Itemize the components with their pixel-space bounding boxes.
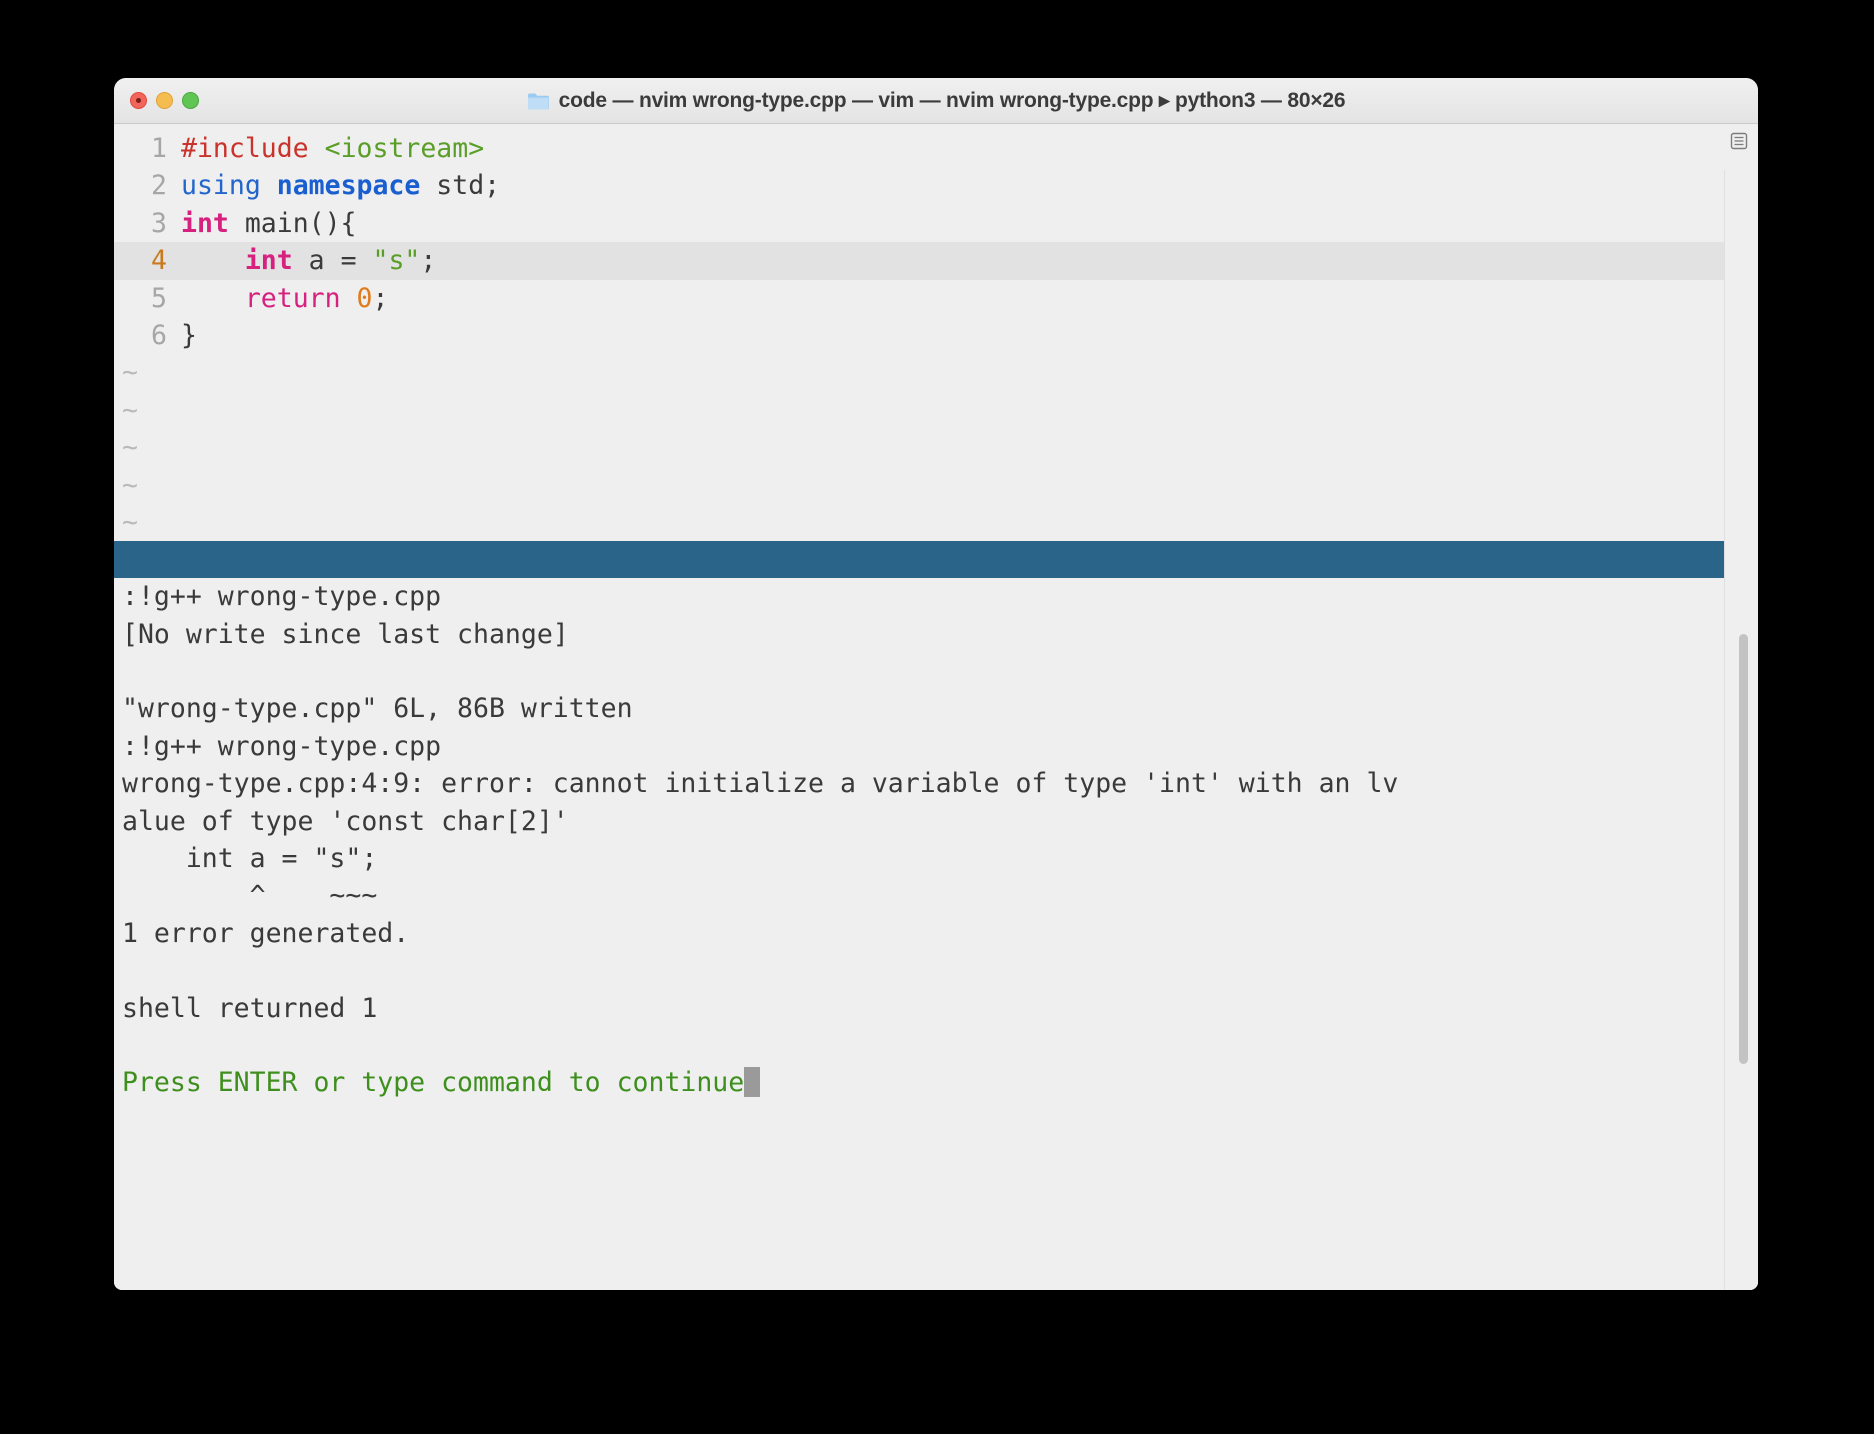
code-token: "s" bbox=[372, 245, 421, 277]
empty-line-marker: ~ bbox=[122, 469, 138, 501]
empty-line-marker: ~ bbox=[122, 506, 138, 538]
scroll-menu-icon[interactable] bbox=[1728, 130, 1750, 152]
terminal-window: code — nvim wrong-type.cpp — vim — nvim … bbox=[114, 78, 1758, 1290]
shell-output-line bbox=[122, 952, 1758, 989]
code-text: #include <iostream> bbox=[181, 130, 1758, 167]
code-text: return 0; bbox=[181, 280, 1758, 317]
code-line[interactable]: 6} bbox=[114, 317, 1758, 354]
vim-editor-pane[interactable]: 1 #include <iostream> 2 using namespace std… bbox=[114, 124, 1758, 541]
code-text: int main(){ bbox=[181, 205, 1758, 242]
code-line[interactable]: 1 #include <iostream> bbox=[114, 130, 1758, 167]
code-token: std; bbox=[420, 170, 501, 202]
code-token: main(){ bbox=[228, 207, 357, 239]
shell-output-pane[interactable]: :!g++ wrong-type.cpp [No write since last… bbox=[114, 578, 1758, 1101]
code-text: using namespace std; bbox=[181, 167, 1758, 204]
code-token: int bbox=[244, 245, 293, 277]
code-text: } bbox=[181, 317, 1758, 354]
minimize-button[interactable] bbox=[156, 92, 173, 109]
text-cursor bbox=[744, 1067, 761, 1098]
code-token: namespace bbox=[276, 170, 421, 202]
shell-output-line: shell returned 1 bbox=[122, 992, 378, 1024]
terminal-body[interactable]: 1 #include <iostream> 2 using namespace std… bbox=[114, 124, 1758, 1290]
code-token: #include bbox=[181, 133, 309, 164]
window-title: code — nvim wrong-type.cpp — vim — nvim … bbox=[558, 89, 1346, 112]
vim-status-bar bbox=[114, 541, 1758, 579]
empty-line-marker: ~ bbox=[122, 432, 138, 464]
shell-output-line bbox=[122, 1027, 1758, 1064]
window-titlebar[interactable]: code — nvim wrong-type.cpp — vim — nvim … bbox=[114, 78, 1758, 124]
code-line[interactable]: 4 int a = "s"; bbox=[114, 242, 1758, 280]
shell-output-line: int a = "s"; bbox=[122, 843, 378, 875]
folder-icon bbox=[527, 93, 549, 109]
code-token: <iostream> bbox=[324, 133, 485, 164]
empty-line-marker: ~ bbox=[122, 357, 138, 389]
code-token: ; bbox=[372, 282, 389, 314]
traffic-light-group bbox=[130, 78, 199, 123]
shell-output-line bbox=[122, 653, 1758, 690]
code-line[interactable]: 2 using namespace std; bbox=[114, 167, 1758, 204]
line-number: 1 bbox=[151, 133, 167, 164]
code-token: 0 bbox=[356, 282, 373, 314]
code-line[interactable]: 5 return 0; bbox=[114, 280, 1758, 317]
close-button[interactable] bbox=[130, 92, 147, 109]
code-token: return bbox=[244, 282, 341, 314]
code-token: a = bbox=[292, 245, 373, 277]
shell-output-line: "wrong-type.cpp" 6L, 86B written bbox=[122, 693, 633, 725]
shell-output-line: :!g++ wrong-type.cpp bbox=[122, 581, 442, 613]
code-token: ; bbox=[420, 245, 437, 277]
line-number: 4 bbox=[151, 245, 167, 277]
code-token: int bbox=[181, 207, 229, 239]
code-token: } bbox=[181, 319, 197, 351]
shell-output-line: alue of type 'const char[2]' bbox=[122, 805, 569, 837]
shell-prompt-line: Press ENTER or type command to continue bbox=[122, 1064, 1758, 1101]
shell-output-line: 1 error generated. bbox=[122, 917, 410, 949]
vertical-scrollbar-thumb[interactable] bbox=[1739, 634, 1748, 1065]
window-title-group: code — nvim wrong-type.cpp — vim — nvim … bbox=[114, 88, 1758, 113]
code-token: using bbox=[181, 170, 261, 202]
shell-output-line: wrong-type.cpp:4:9: error: cannot initia… bbox=[122, 768, 1399, 800]
shell-output-line: :!g++ wrong-type.cpp bbox=[122, 730, 442, 762]
line-number: 2 bbox=[151, 170, 167, 202]
shell-output-line: [No write since last change] bbox=[122, 618, 569, 650]
empty-line-marker: ~ bbox=[122, 394, 138, 426]
code-line[interactable]: 3 int main(){ bbox=[114, 205, 1758, 242]
line-number: 5 bbox=[151, 282, 167, 314]
screen: code — nvim wrong-type.cpp — vim — nvim … bbox=[0, 0, 1874, 1434]
shell-output-line: ^ ~~~ bbox=[122, 880, 378, 912]
line-number: 6 bbox=[151, 319, 167, 351]
maximize-button[interactable] bbox=[182, 92, 199, 109]
code-text: int a = "s"; bbox=[181, 242, 1758, 279]
line-number: 3 bbox=[151, 207, 167, 239]
